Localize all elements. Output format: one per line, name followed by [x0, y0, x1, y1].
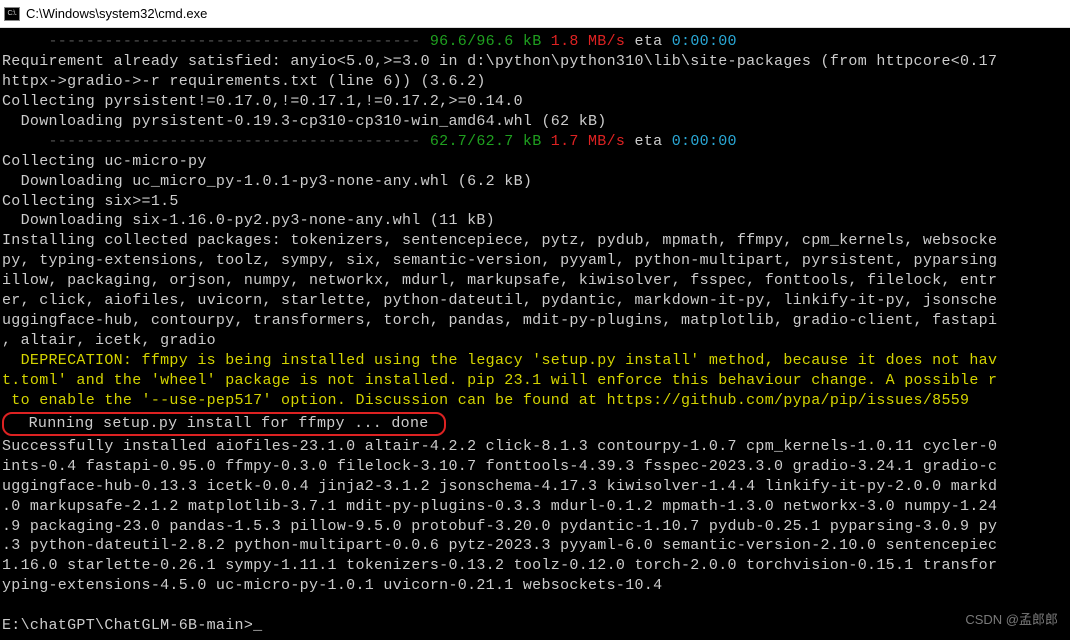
- eta-value: 0:00:00: [672, 33, 737, 50]
- prompt-path: E:\chatGPT\ChatGLM-6B-main>: [2, 617, 253, 634]
- progress-bar-dashes: ----------------------------------------: [2, 33, 430, 50]
- downloading-pyrsistent-line: Downloading pyrsistent-0.19.3-cp310-cp31…: [2, 113, 607, 130]
- eta-value: 0:00:00: [672, 133, 737, 150]
- collecting-six-line: Collecting six>=1.5: [2, 193, 179, 210]
- success-block: Successfully installed aiofiles-23.1.0 a…: [2, 438, 997, 595]
- cursor: _: [253, 617, 262, 634]
- progress-speed: 1.7 MB/s: [542, 133, 626, 150]
- deprecation-warning: DEPRECATION: ffmpy is being installed us…: [2, 352, 997, 409]
- prompt-line[interactable]: E:\chatGPT\ChatGLM-6B-main>_: [2, 617, 262, 634]
- eta-label: eta: [625, 133, 672, 150]
- collecting-uc-line: Collecting uc-micro-py: [2, 153, 207, 170]
- cmd-icon: C:\.: [4, 7, 20, 21]
- window-title: C:\Windows\system32\cmd.exe: [26, 6, 207, 21]
- downloading-six-line: Downloading six-1.16.0-py2.py3-none-any.…: [2, 212, 495, 229]
- collecting-pyrsistent-line: Collecting pyrsistent!=0.17.0,!=0.17.1,!…: [2, 93, 523, 110]
- eta-label: eta: [625, 33, 672, 50]
- window-titlebar: C:\. C:\Windows\system32\cmd.exe: [0, 0, 1070, 28]
- downloading-uc-line: Downloading uc_micro_py-1.0.1-py3-none-a…: [2, 173, 532, 190]
- highlight-box: Running setup.py install for ffmpy ... d…: [2, 412, 446, 436]
- installing-packages-block: Installing collected packages: tokenizer…: [2, 232, 997, 349]
- running-setup-line: Running setup.py install for ffmpy ... d…: [10, 415, 438, 432]
- progress-bytes: 62.7/62.7 kB: [430, 133, 542, 150]
- progress-bytes: 96.6/96.6 kB: [430, 33, 542, 50]
- progress-bar-dashes: ----------------------------------------: [2, 133, 430, 150]
- requirement-satisfied-line: Requirement already satisfied: anyio<5.0…: [2, 53, 997, 90]
- watermark: CSDN @孟郎郎: [965, 609, 1058, 628]
- progress-speed: 1.8 MB/s: [542, 33, 626, 50]
- terminal-output[interactable]: ----------------------------------------…: [0, 28, 1070, 640]
